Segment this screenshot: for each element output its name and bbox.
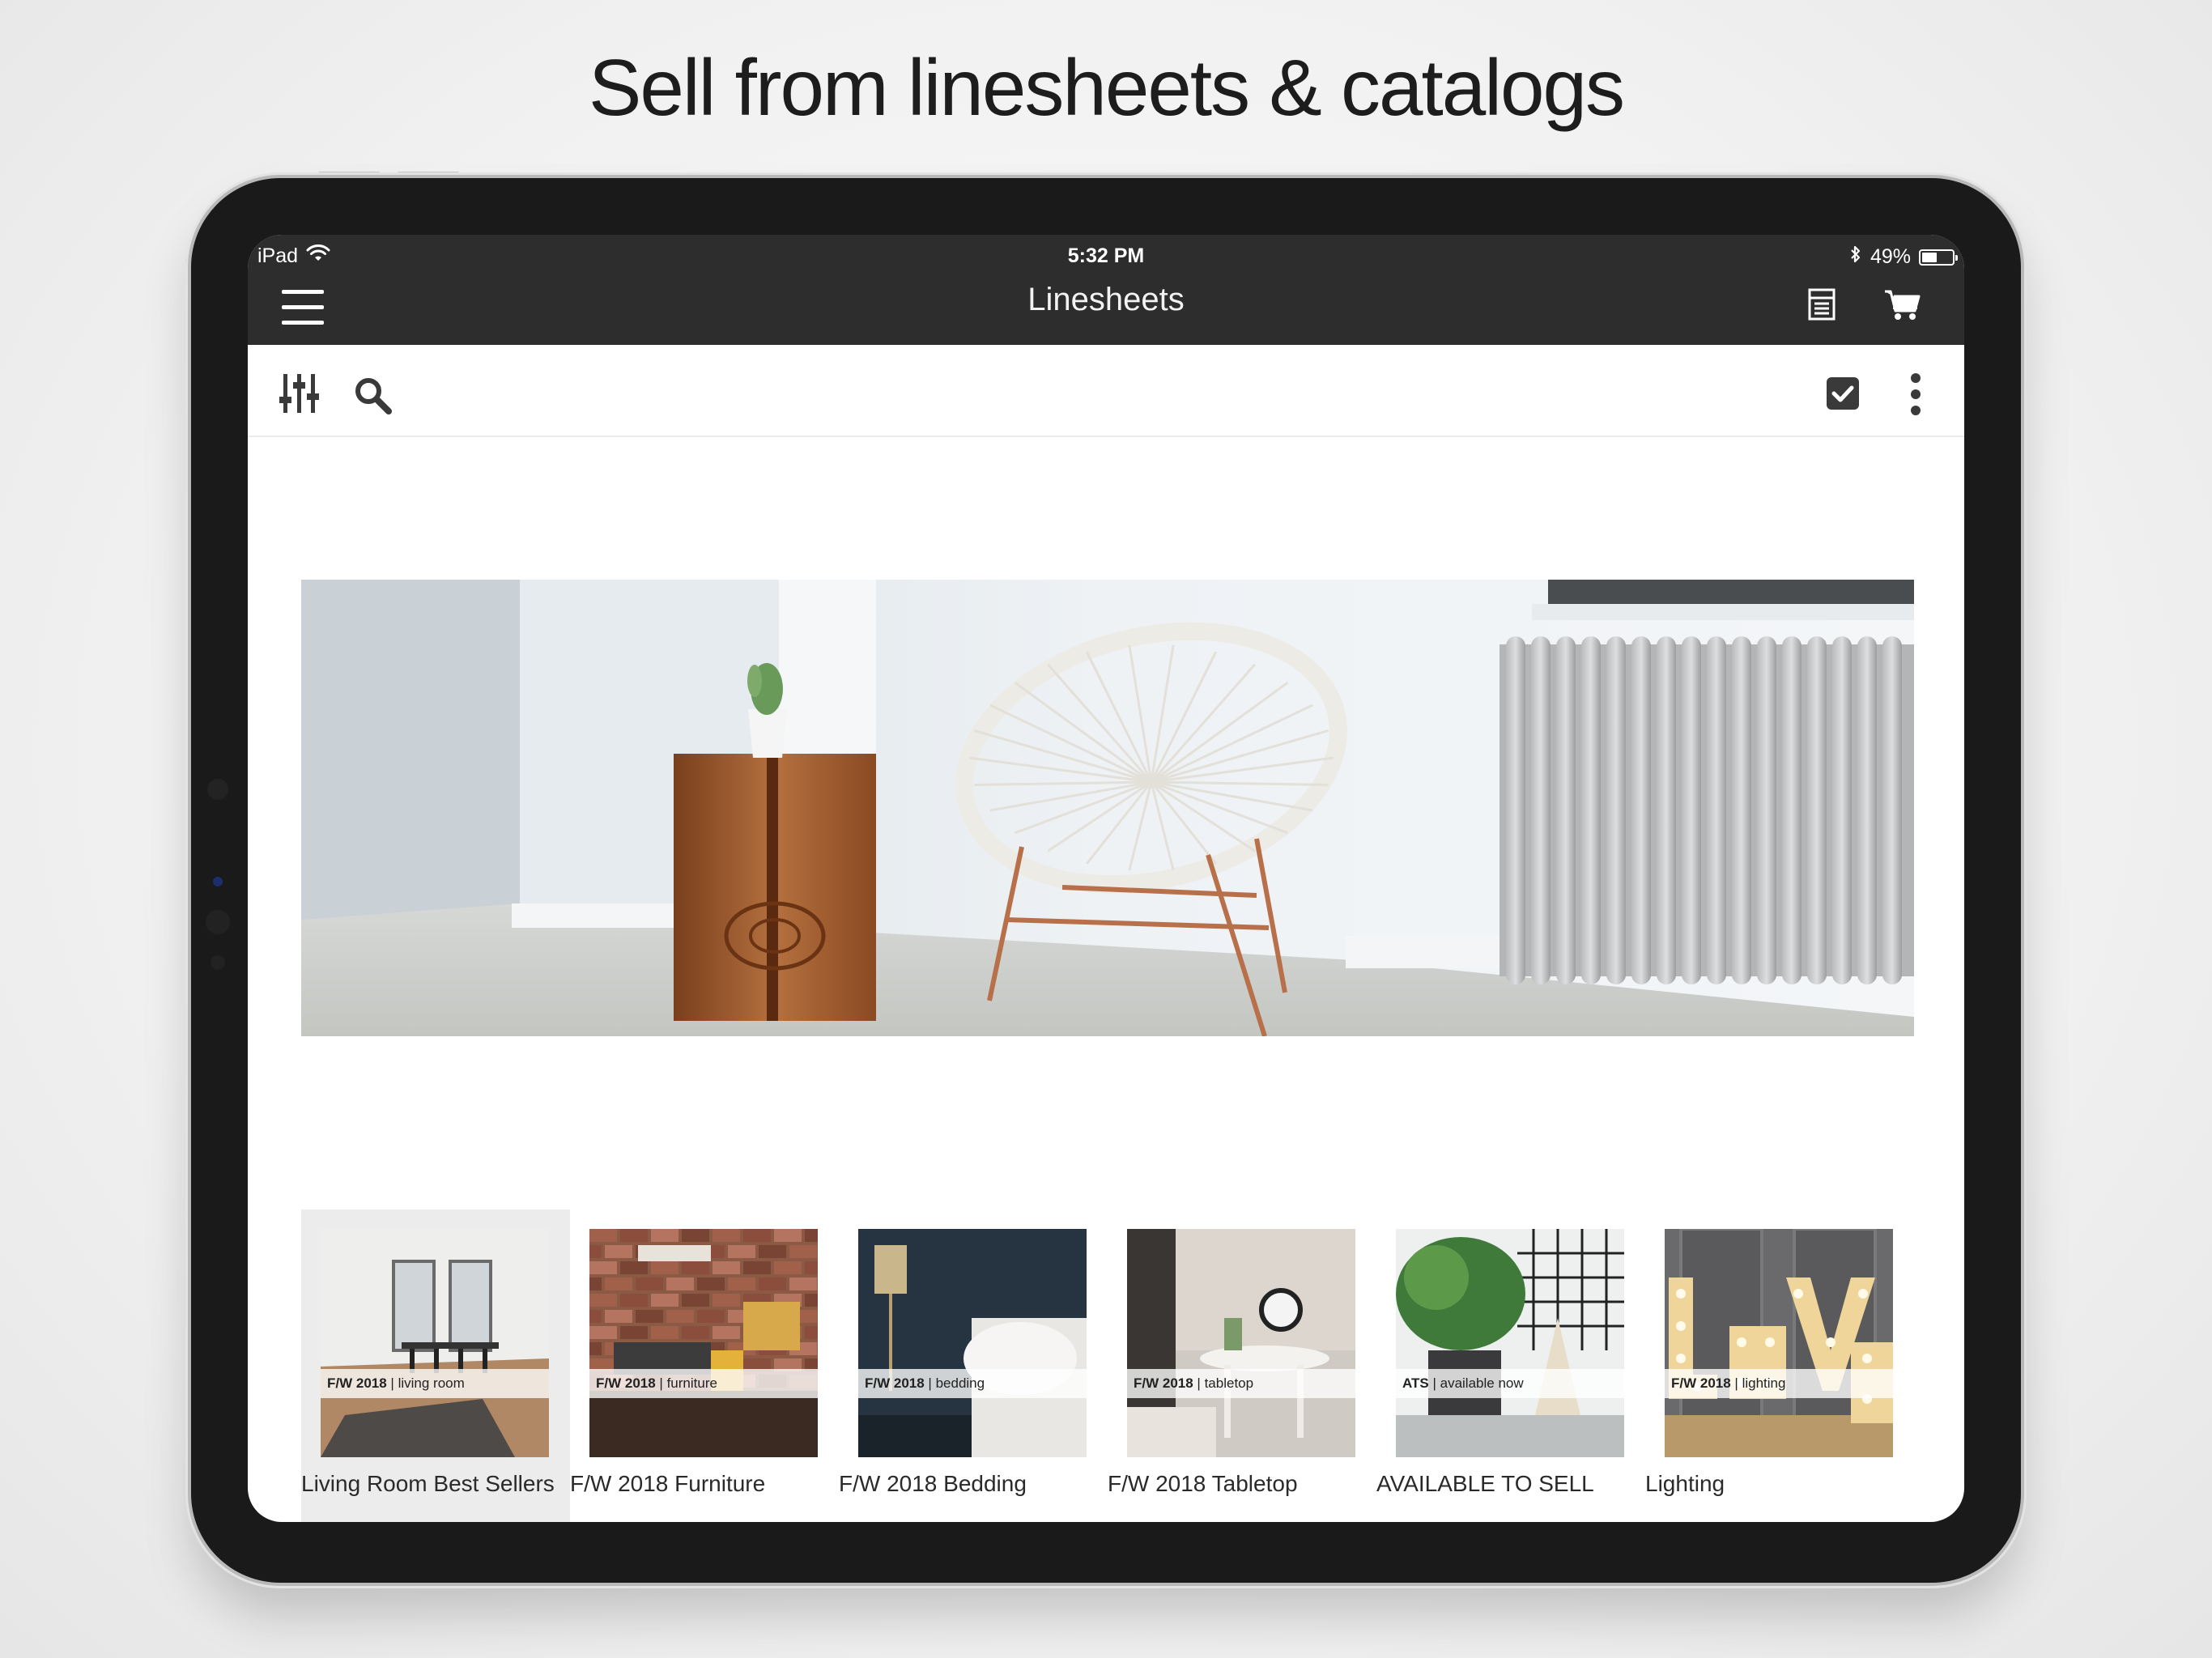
linesheet-tag: F/W 2018 | bedding — [858, 1369, 1087, 1398]
volume-down-button — [397, 172, 460, 176]
power-button — [185, 257, 190, 346]
linesheet-tag: F/W 2018 | furniture — [589, 1369, 818, 1398]
linesheet-thumbnail: ATS | available now — [1396, 1229, 1624, 1457]
linesheet-card[interactable]: F/W 2018 | lighting Lighting — [1645, 1209, 1914, 1522]
linesheet-title: F/W 2018 Tabletop — [1108, 1471, 1298, 1496]
linesheet-thumbnail: F/W 2018 | lighting — [1665, 1229, 1893, 1457]
linesheet-thumbnail: F/W 2018 | bedding — [858, 1229, 1087, 1457]
linesheet-title: Lighting — [1645, 1471, 1725, 1496]
list-document-icon[interactable] — [1807, 287, 1836, 326]
checkbox-checked-icon[interactable] — [1825, 376, 1861, 415]
linesheet-tag: F/W 2018 | lighting — [1665, 1369, 1893, 1398]
linesheet-tag: F/W 2018 | tabletop — [1127, 1369, 1355, 1398]
sensor-dot-small — [211, 955, 225, 970]
navigation-bar: iPad 5:32 PM 49% Linesheets — [248, 235, 1964, 345]
search-icon[interactable] — [353, 376, 392, 419]
filter-sliders-icon[interactable] — [279, 372, 321, 419]
camera-lens — [213, 877, 223, 886]
sensor-dot — [206, 910, 230, 934]
page-title: Linesheets — [1027, 282, 1185, 317]
linesheet-toolbar — [248, 345, 1964, 437]
linesheet-thumbnail: F/W 2018 | tabletop — [1127, 1229, 1355, 1457]
volume-up-button — [317, 172, 381, 176]
linesheet-title: F/W 2018 Bedding — [839, 1471, 1027, 1496]
linesheet-title: F/W 2018 Furniture — [570, 1471, 766, 1496]
status-bar: iPad 5:32 PM 49% — [248, 235, 1964, 277]
camera-dot — [207, 779, 228, 800]
app-screen: iPad 5:32 PM 49% Linesheets F/W 2018 | l… — [248, 235, 1964, 1522]
linesheet-thumbnail: F/W 2018 | furniture — [589, 1229, 818, 1457]
battery-icon — [1919, 249, 1958, 266]
headline: Sell from linesheets & catalogs — [589, 43, 1625, 132]
battery-percent: 49% — [1870, 245, 1911, 268]
shopping-cart-icon[interactable] — [1883, 287, 1921, 326]
linesheet-grid: F/W 2018 | living room Living Room Best … — [301, 1209, 1964, 1522]
linesheet-card[interactable]: F/W 2018 | tabletop F/W 2018 Tabletop — [1108, 1209, 1376, 1522]
linesheet-card[interactable]: F/W 2018 | bedding F/W 2018 Bedding — [839, 1209, 1108, 1522]
linesheet-title: Living Room Best Sellers — [301, 1471, 555, 1496]
status-time: 5:32 PM — [1067, 244, 1145, 267]
linesheet-title: AVAILABLE TO SELL — [1376, 1471, 1594, 1496]
hero-banner-image[interactable] — [301, 580, 1914, 1036]
linesheet-tag: F/W 2018 | living room — [321, 1369, 549, 1398]
linesheet-thumbnail: F/W 2018 | living room — [321, 1229, 549, 1457]
linesheet-card[interactable]: F/W 2018 | furniture F/W 2018 Furniture — [570, 1209, 839, 1522]
linesheet-card[interactable]: F/W 2018 | living room Living Room Best … — [301, 1209, 570, 1522]
more-vertical-icon[interactable] — [1908, 372, 1924, 420]
bluetooth-icon — [1849, 244, 1862, 270]
linesheet-tag: ATS | available now — [1396, 1369, 1624, 1398]
linesheet-card[interactable]: ATS | available now AVAILABLE TO SELL — [1376, 1209, 1645, 1522]
